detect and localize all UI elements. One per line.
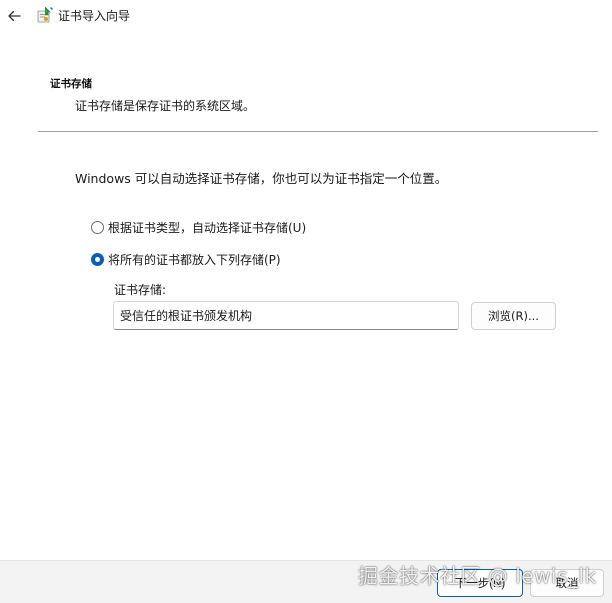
certificate-store-label: 证书存储:: [114, 283, 167, 297]
certificate-import-wizard-window: 证书导入向导 证书存储 证书存储是保存证书的系统区域。 Windows 可以自动…: [0, 0, 612, 603]
certificate-wizard-icon: [36, 6, 54, 24]
intro-text: Windows 可以自动选择证书存储，你也可以为证书指定一个位置。: [75, 171, 448, 186]
header-divider: [38, 131, 598, 132]
radio-auto-select-store[interactable]: 根据证书类型，自动选择证书存储(U): [91, 218, 306, 236]
browse-button[interactable]: 浏览(R)...: [471, 302, 556, 330]
cancel-button[interactable]: 取消: [530, 569, 604, 597]
window-title: 证书导入向导: [58, 9, 131, 23]
next-button[interactable]: 下一步(N): [437, 569, 523, 597]
radio-label-place-all[interactable]: 将所有的证书都放入下列存储(P): [108, 251, 281, 268]
radio-place-all-in-store[interactable]: 将所有的证书都放入下列存储(P): [91, 250, 281, 268]
radio-button-unselected[interactable]: [91, 220, 104, 234]
section-heading: 证书存储: [50, 78, 92, 90]
radio-button-selected[interactable]: [91, 252, 104, 266]
radio-label-auto-select[interactable]: 根据证书类型，自动选择证书存储(U): [108, 219, 306, 236]
back-button[interactable]: [4, 6, 24, 26]
title-bar: 证书导入向导: [0, 0, 612, 32]
arrow-left-icon: [8, 10, 21, 22]
certificate-store-field[interactable]: 受信任的根证书颁发机构: [113, 301, 459, 330]
section-description: 证书存储是保存证书的系统区域。: [75, 99, 256, 113]
